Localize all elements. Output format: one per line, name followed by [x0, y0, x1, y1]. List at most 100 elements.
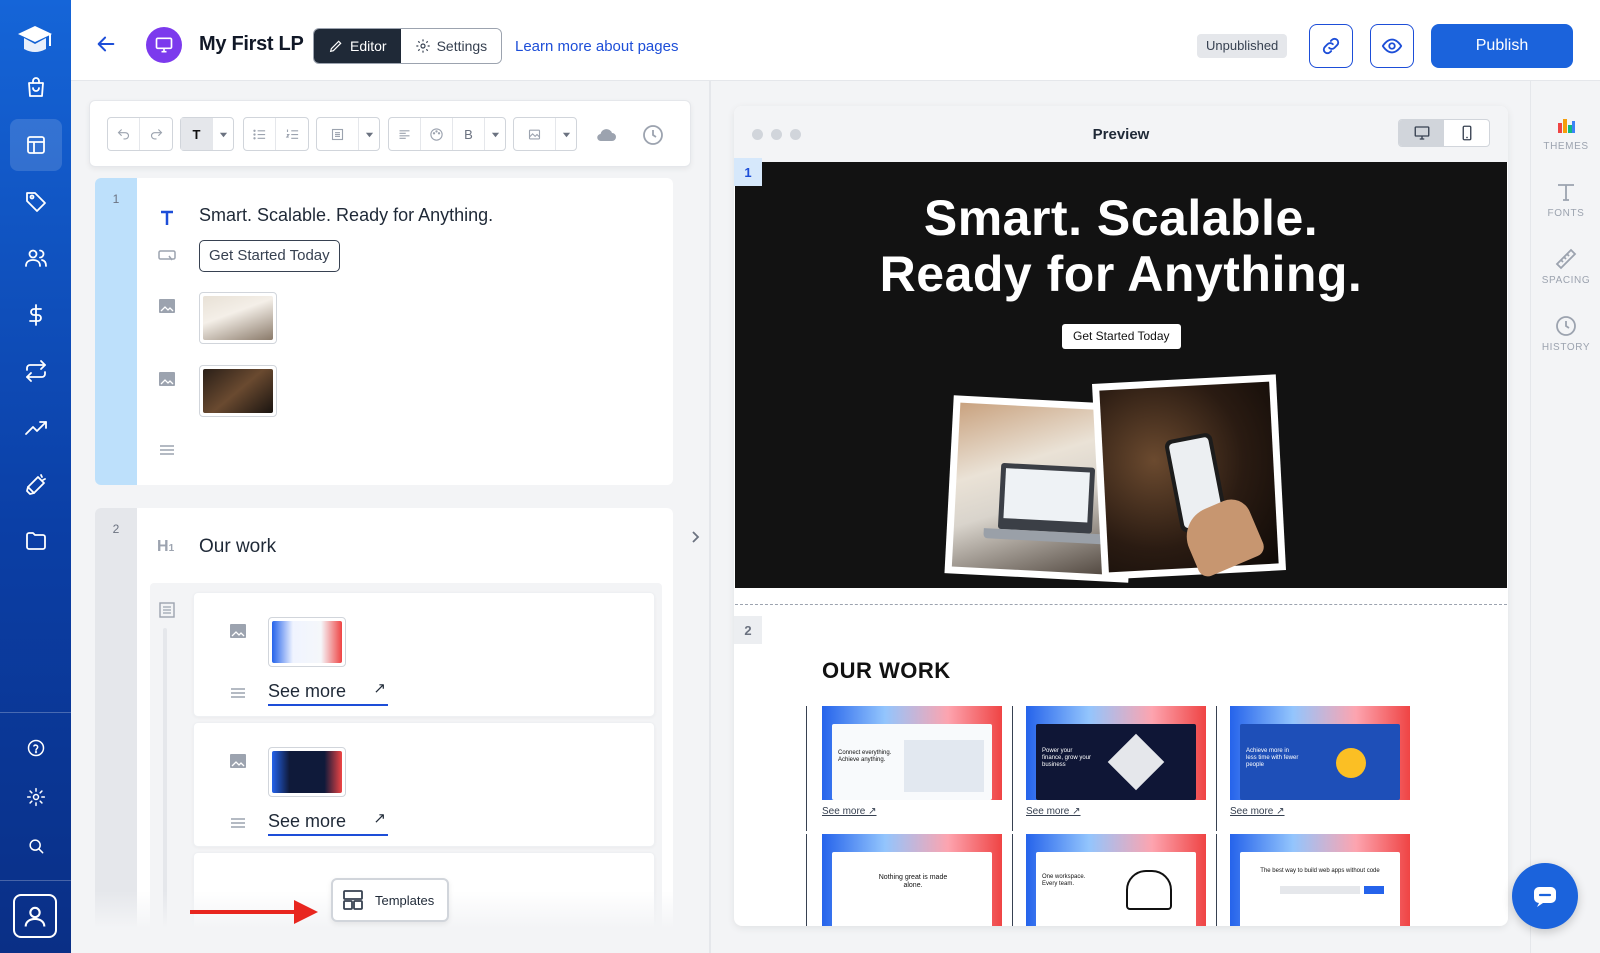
bullet-list-button[interactable]: [244, 118, 276, 150]
templates-button[interactable]: Templates: [331, 878, 449, 922]
sidebar-item-products[interactable]: [10, 62, 62, 114]
image-type-icon: [228, 751, 248, 771]
text-style-button[interactable]: T: [181, 118, 213, 150]
sidebar-item-help[interactable]: [10, 722, 62, 774]
eye-icon: [1381, 38, 1403, 54]
sidebar-item-users[interactable]: [10, 232, 62, 284]
sidebar-item-automations[interactable]: [10, 345, 62, 397]
text-style-dropdown[interactable]: [213, 118, 233, 150]
align-left-icon: [399, 129, 410, 139]
format-dropdown[interactable]: [485, 118, 505, 150]
work-screenshot-2[interactable]: Power your finance, grow your business: [1026, 706, 1206, 800]
work-screenshot-4[interactable]: Nothing great is made alone.: [822, 834, 1002, 926]
column-rule: [1216, 834, 1217, 926]
work-screenshot-1[interactable]: Connect everything. Achieve anything.: [822, 706, 1002, 800]
see-more-link[interactable]: See more ↗: [1026, 806, 1081, 817]
desktop-view-button[interactable]: [1399, 120, 1444, 146]
monitor-icon: [155, 37, 173, 53]
templates-label: Templates: [375, 892, 435, 908]
block1-image-1[interactable]: [199, 292, 277, 344]
numbered-list-icon: [285, 129, 298, 139]
sidebar-item-analytics[interactable]: [10, 402, 62, 454]
gear-icon: [415, 39, 430, 53]
preview-button[interactable]: [1370, 24, 1414, 68]
block-button[interactable]: [317, 118, 359, 150]
align-button[interactable]: [389, 118, 421, 150]
screenshot-caption: Power your finance, grow your business: [1042, 748, 1092, 768]
sidebar-item-marketing[interactable]: [10, 459, 62, 511]
red-arrow-annotation: [190, 900, 318, 924]
editor-settings-toggle: Editor Settings: [313, 28, 503, 64]
back-button[interactable]: [95, 33, 117, 55]
preview-title: Preview: [1092, 126, 1150, 143]
fonts-button[interactable]: FONTS: [1531, 180, 1600, 219]
editor-block-1[interactable]: 1 Smart. Scalable. Ready for Anything. G…: [95, 178, 673, 485]
ruler-icon: [1555, 248, 1577, 270]
color-button[interactable]: [421, 118, 453, 150]
image-dropdown[interactable]: [556, 118, 576, 150]
folder-icon: [26, 532, 46, 550]
caret-down-icon: [562, 132, 570, 137]
image-button[interactable]: [514, 118, 556, 150]
repeat-icon: [26, 360, 46, 382]
numbered-list-button[interactable]: [276, 118, 308, 150]
bold-button[interactable]: B: [453, 118, 485, 150]
block-rail: [95, 508, 137, 953]
search-icon: [29, 839, 44, 854]
block2-heading[interactable]: Our work: [199, 536, 276, 558]
type-icon: [1558, 184, 1574, 201]
editor-tab[interactable]: Editor: [314, 29, 401, 63]
block1-heading[interactable]: Smart. Scalable. Ready for Anything.: [199, 205, 493, 226]
spacing-button[interactable]: SPACING: [1531, 247, 1600, 286]
see-more-link[interactable]: See more ↗: [822, 806, 877, 817]
sidebar-item-pages[interactable]: [10, 119, 62, 171]
work-screenshot-6[interactable]: The best way to build web apps without c…: [1230, 834, 1410, 926]
work-card-thumb[interactable]: [268, 747, 346, 797]
sidebar-item-tags[interactable]: [10, 175, 62, 227]
graduation-cap-icon[interactable]: [15, 20, 55, 60]
sidebar-item-sales[interactable]: [10, 289, 62, 341]
learn-more-link[interactable]: Learn more about pages: [515, 38, 678, 55]
work-card-2[interactable]: See more ↗: [193, 722, 655, 847]
hero-photo-phone: [1091, 374, 1287, 580]
history-clock-icon[interactable]: [641, 123, 665, 147]
undo-button[interactable]: [108, 118, 140, 150]
column-rule: [1012, 834, 1013, 926]
history-button[interactable]: HISTORY: [1531, 314, 1600, 353]
see-more-link[interactable]: See more ↗: [268, 680, 388, 706]
hero-cta-button[interactable]: Get Started Today: [1062, 324, 1181, 349]
block-icon: [331, 128, 344, 140]
see-more-link[interactable]: See more ↗: [268, 810, 388, 836]
publish-button[interactable]: Publish: [1431, 24, 1573, 68]
block1-image-2[interactable]: [199, 365, 277, 417]
copy-link-button[interactable]: [1309, 24, 1353, 68]
section-badge-2: 2: [734, 616, 762, 644]
account-button[interactable]: [13, 894, 57, 938]
sidebar-item-files[interactable]: [10, 515, 62, 567]
preview-hero-section[interactable]: Smart. Scalable. Ready for Anything. Get…: [735, 162, 1507, 588]
work-screenshot-3[interactable]: Achieve more in less time with fewer peo…: [1230, 706, 1410, 800]
work-card-thumb[interactable]: [268, 617, 346, 667]
button-type-icon: [157, 245, 177, 265]
see-more-link[interactable]: See more ↗: [1230, 806, 1285, 817]
block1-button[interactable]: Get Started Today: [199, 240, 340, 272]
help-circle-icon: [27, 739, 45, 757]
screenshot-caption: Achieve more in less time with fewer peo…: [1246, 748, 1299, 768]
mobile-view-button[interactable]: [1444, 120, 1489, 146]
spacing-label: SPACING: [1541, 275, 1591, 286]
block-number: 1: [112, 192, 120, 206]
work-card-1[interactable]: See more ↗: [193, 592, 655, 717]
sidebar-item-search[interactable]: [10, 820, 62, 872]
block-dropdown[interactable]: [359, 118, 379, 150]
page-type-icon: [146, 27, 182, 63]
chat-button[interactable]: [1512, 863, 1578, 929]
work-screenshot-5[interactable]: One workspace. Every team.: [1026, 834, 1206, 926]
collapse-panel-icon[interactable]: [688, 530, 702, 544]
heading-type-icon: H1: [157, 538, 175, 555]
sidebar-item-settings[interactable]: [10, 771, 62, 823]
settings-tab[interactable]: Settings: [400, 29, 502, 63]
redo-button[interactable]: [140, 118, 172, 150]
themes-button[interactable]: THEMES: [1531, 113, 1600, 152]
layout-icon: [27, 136, 45, 154]
palette-icon: [1558, 119, 1575, 133]
